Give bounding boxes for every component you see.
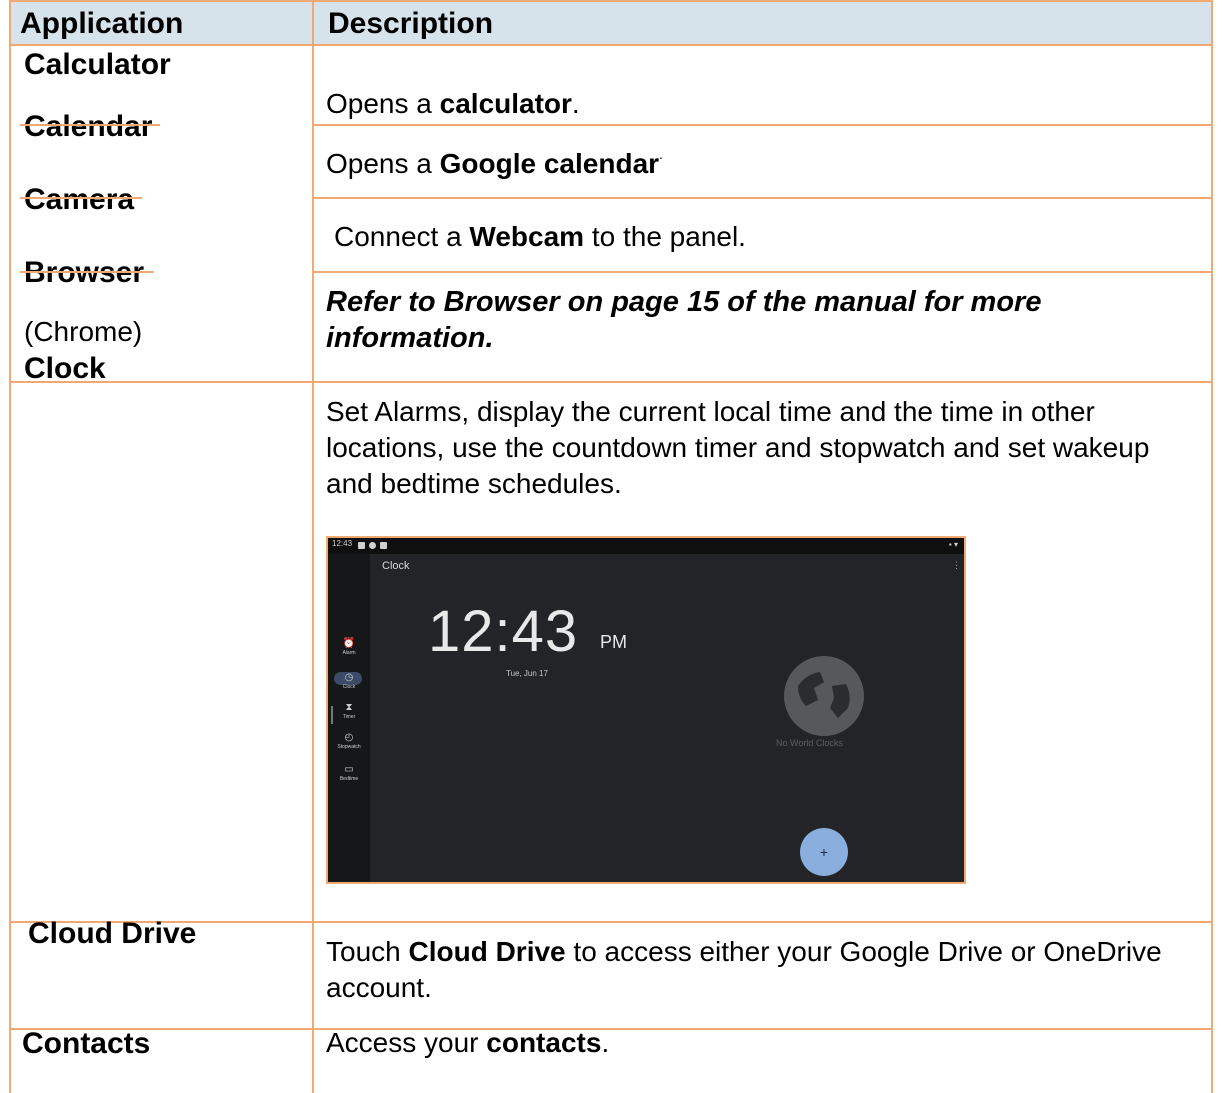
bed-icon: ▭ [344, 764, 354, 775]
table-border-right [1211, 0, 1213, 1093]
current-time: 12:43 [428, 599, 579, 664]
desc-calendar: Opens a Google calendar. [326, 146, 663, 179]
table-header [10, 2, 1212, 45]
nav-bedtime[interactable]: ▭ Bedtime [328, 764, 370, 783]
app-contacts: Contacts [22, 1027, 151, 1060]
globe-icon [784, 656, 864, 736]
table-border-left [9, 0, 11, 1093]
current-date: Tue, Jun 17 [506, 669, 548, 678]
strike-line [20, 197, 142, 199]
clock-app-title: Clock [382, 560, 410, 572]
desc-cloud-drive: Touch Cloud Drive to access either your … [326, 936, 1162, 1003]
more-options-icon[interactable]: ⋮ [952, 560, 961, 571]
row-divider [314, 197, 1213, 199]
add-city-button[interactable]: + [800, 828, 848, 876]
battery-wifi-icon: ▪ ▾ [948, 540, 958, 549]
row-divider [9, 1028, 1213, 1030]
row-divider [314, 124, 1213, 126]
column-header-description: Description [328, 7, 494, 40]
app-calculator: Calculator [24, 48, 171, 81]
app-browser: Browser [24, 256, 145, 289]
row-divider [314, 271, 1213, 273]
desc-clock: Set Alarms, display the current local ti… [326, 396, 1150, 499]
desc-camera: Connect a Webcam to the panel. [334, 221, 746, 252]
strike-line [20, 271, 154, 273]
alarm-icon: ⏰ [342, 638, 356, 649]
notification-icon [358, 542, 365, 549]
app-browser-sub: (Chrome) [24, 316, 143, 347]
desc-browser: Refer to Browser on page 15 of the manua… [326, 286, 1042, 354]
table-border-top [9, 0, 1213, 2]
no-world-clocks-text: No World Clocks [776, 738, 843, 748]
row-divider [9, 381, 1213, 383]
column-divider [312, 0, 314, 1093]
strike-line [20, 124, 160, 126]
column-header-application: Application [20, 7, 184, 40]
app-camera: Camera [24, 183, 135, 216]
stopwatch-icon: ◴ [344, 732, 354, 743]
hourglass-icon: ⧗ [345, 702, 353, 713]
nav-alarm[interactable]: ⏰ Alarm [328, 638, 370, 657]
nav-clock[interactable]: ◷ Clock [328, 672, 370, 691]
nav-timer[interactable]: ⧗ Timer [328, 702, 370, 721]
app-cloud-drive: Cloud Drive [28, 917, 197, 950]
row-divider [9, 44, 1213, 46]
notification-icon [380, 542, 387, 549]
notification-icon [369, 542, 376, 549]
nav-stopwatch[interactable]: ◴ Stopwatch [328, 732, 370, 751]
app-clock: Clock [24, 352, 106, 385]
am-pm-indicator: PM [600, 632, 627, 652]
desc-calculator: Opens a calculator. [326, 88, 580, 119]
status-bar [328, 538, 964, 554]
clock-icon: ◷ [344, 672, 354, 683]
app-calendar: Calendar [24, 110, 153, 143]
desc-contacts: Access your contacts. [326, 1027, 610, 1058]
status-time: 12:43 [332, 539, 353, 548]
clock-app-screenshot: 12:43 ▪ ▾ ⏰ Alarm ◷ Clock ⧗ Timer ◴ Stop… [326, 536, 966, 884]
